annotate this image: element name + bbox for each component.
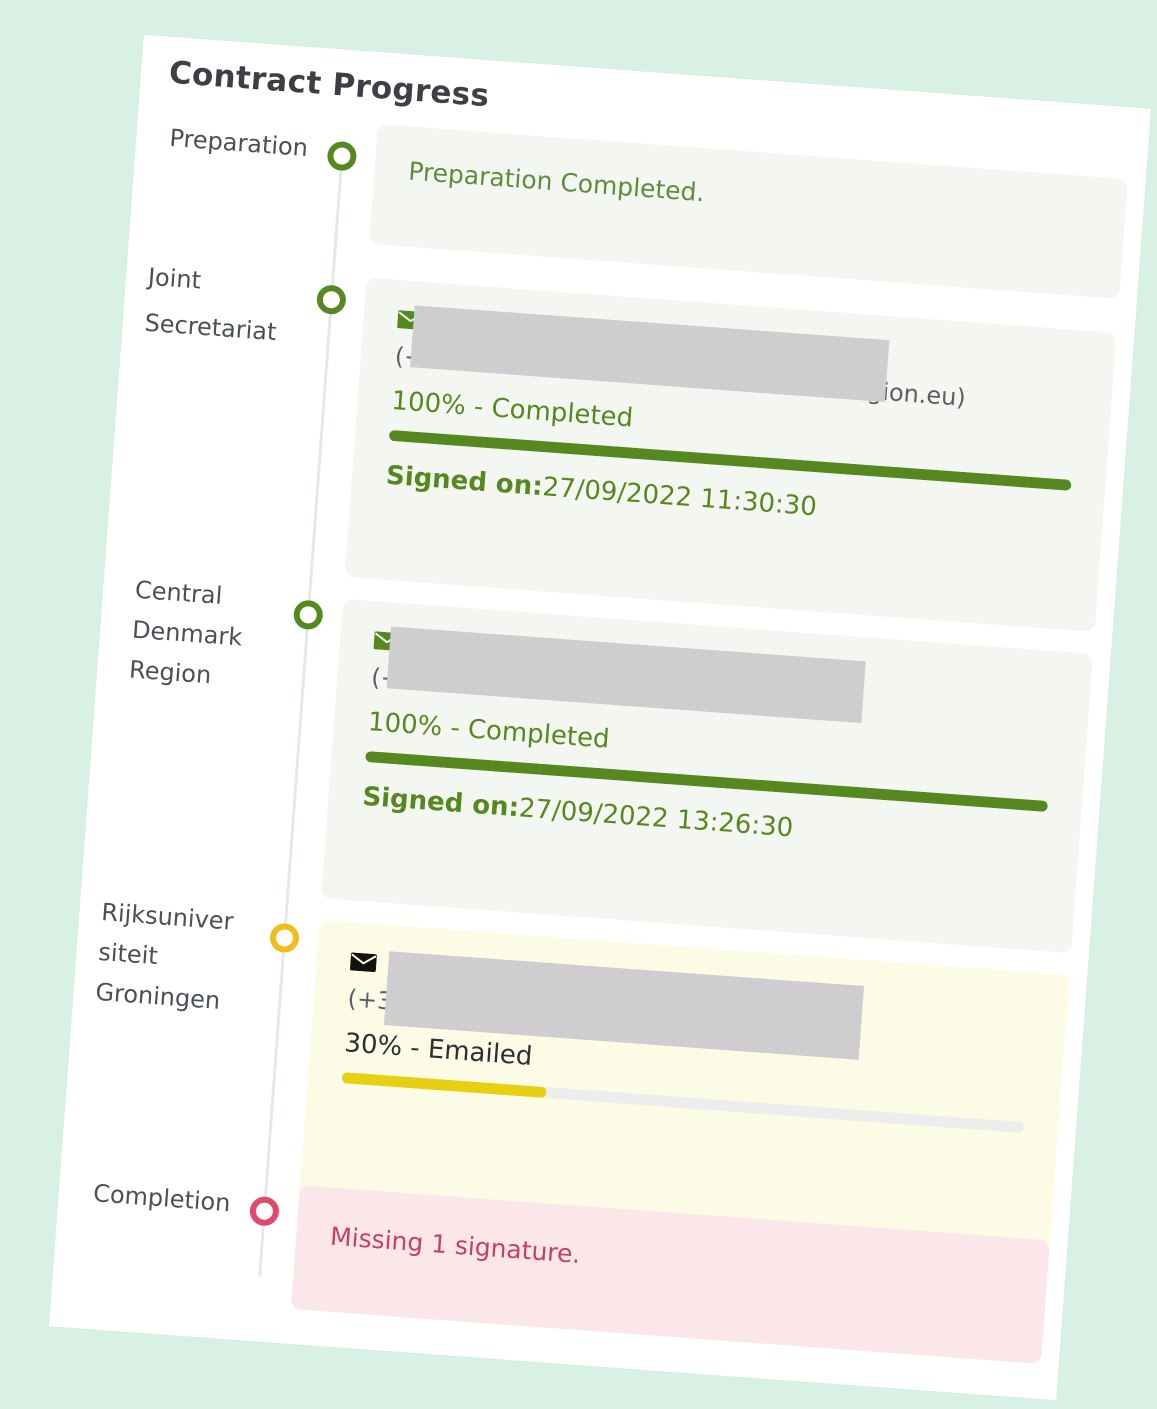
step-label-preparation: Preparation [168, 123, 309, 163]
step-marker-joint-secretariat [315, 284, 347, 316]
contract-progress-panel: Contract Progress Preparation Preparatio… [48, 34, 1152, 1401]
progress-bar-fill [341, 1072, 547, 1099]
step-label-rijksuniversiteit-groningen: Rijksuniver siteit Groningen [94, 898, 235, 1015]
step-marker-rijksuniversiteit-groningen [268, 922, 301, 954]
step-card-preparation: Preparation Completed. [369, 124, 1128, 299]
preparation-message: Preparation Completed. [407, 156, 706, 208]
step-label-joint-secretariat: Joint Secretariat [143, 262, 278, 347]
screenshot-canvas: Contract Progress Preparation Preparatio… [0, 0, 1157, 1409]
envelope-icon [349, 952, 377, 973]
step-label-completion: Completion [92, 1179, 232, 1218]
step-marker-preparation [326, 140, 358, 172]
panel-title: Contract Progress [167, 54, 491, 115]
completion-message: Missing 1 signature. [329, 1221, 582, 1269]
step-card-central-denmark-region: (+4 100% - Completed Signed on:27/09/202… [321, 598, 1093, 954]
step-label-central-denmark-region: Central Denmark Region [128, 575, 244, 690]
step-marker-completion [248, 1195, 280, 1227]
step-card-joint-secretariat: (+4 earegion.eu) 100% - Completed Signed… [344, 277, 1117, 632]
step-marker-central-denmark-region [292, 599, 324, 631]
